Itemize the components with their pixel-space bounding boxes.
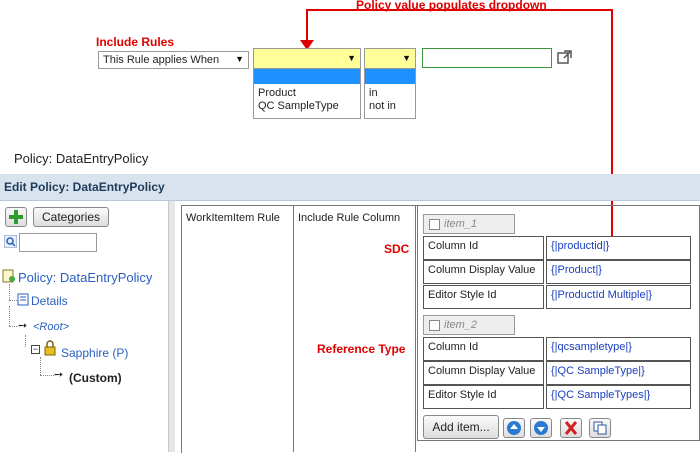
- grid-col-rule: WorkItemItem Rule: [186, 212, 280, 224]
- operator-dropdown[interactable]: ▼: [364, 48, 416, 69]
- item-checkbox[interactable]: [429, 219, 440, 230]
- node-icon: ➙: [18, 320, 28, 332]
- chevron-down-icon: ▼: [402, 53, 411, 63]
- add-button[interactable]: [5, 207, 27, 227]
- edit-policy-header: Edit Policy: DataEntryPolicy: [0, 174, 700, 201]
- dropdown-option-blank[interactable]: [254, 69, 360, 84]
- row-name: Column Display Value: [423, 260, 544, 284]
- tree-item-policy[interactable]: Policy: DataEntryPolicy: [18, 270, 152, 285]
- tree-item-details[interactable]: Details: [31, 294, 68, 308]
- item-checkbox[interactable]: [429, 320, 440, 331]
- item-1-header[interactable]: item_1: [423, 214, 515, 234]
- item-2-header[interactable]: item_2: [423, 315, 515, 335]
- external-link-icon[interactable]: [557, 49, 573, 65]
- edit-policy-title: Edit Policy: DataEntryPolicy: [4, 180, 165, 194]
- applies-when-select[interactable]: This Rule applies When ▼: [98, 51, 249, 69]
- row-value[interactable]: {|ProductId Multiple|}: [546, 285, 691, 309]
- categories-button[interactable]: Categories: [33, 207, 109, 227]
- node-icon: ➙: [54, 369, 64, 381]
- details-icon: [17, 293, 29, 306]
- row-name: Column Display Value: [423, 361, 544, 385]
- value-dropdown-list: Product QC SampleType: [253, 68, 361, 119]
- grid-col-include: Include Rule Column: [298, 212, 401, 224]
- row-name: Column Id: [423, 236, 544, 260]
- tree-item-root[interactable]: <Root>: [33, 321, 69, 333]
- dropdown-option[interactable]: QC SampleType: [254, 99, 360, 113]
- delete-button[interactable]: [560, 418, 582, 438]
- tree-item-custom[interactable]: (Custom): [69, 371, 122, 385]
- dropdown-option-blank[interactable]: [365, 69, 415, 84]
- collapse-toggle[interactable]: −: [31, 345, 40, 354]
- chevron-down-icon: ▼: [235, 54, 244, 64]
- item-2-label: item_2: [444, 319, 478, 331]
- search-input[interactable]: [19, 233, 97, 252]
- lock-icon: [44, 340, 56, 356]
- pane-splitter[interactable]: [169, 201, 175, 452]
- policy-icon: [2, 269, 15, 283]
- callout-sdc: SDC: [384, 242, 410, 256]
- copy-button[interactable]: [589, 418, 611, 438]
- dropdown-option[interactable]: in: [365, 84, 415, 99]
- move-down-button[interactable]: [530, 418, 552, 438]
- arrow-up-icon: [507, 421, 521, 435]
- callout-include-rules: Include Rules: [96, 35, 175, 49]
- item-1-label: item_1: [444, 218, 478, 230]
- arrow-down-icon: [534, 421, 548, 435]
- callout-reference-type: Reference Type: [317, 342, 406, 356]
- search-icon[interactable]: [4, 235, 17, 248]
- row-value[interactable]: {|productid|}: [546, 236, 691, 260]
- applies-when-label: This Rule applies When: [103, 54, 220, 66]
- copy-icon: [593, 421, 607, 435]
- dropdown-option[interactable]: Product: [254, 84, 360, 99]
- tree-item-sapphire[interactable]: Sapphire (P): [61, 346, 128, 360]
- row-value[interactable]: {|qcsampletype|}: [546, 337, 691, 361]
- row-value[interactable]: {|QC SampleType|}: [546, 361, 691, 385]
- row-name: Column Id: [423, 337, 544, 361]
- row-value[interactable]: {|Product|}: [546, 260, 691, 284]
- plus-icon: [9, 210, 23, 224]
- add-item-button[interactable]: Add item...: [423, 415, 499, 439]
- row-value[interactable]: {|QC SampleTypes|}: [546, 385, 691, 409]
- row-name: Editor Style Id: [423, 385, 544, 409]
- chevron-down-icon: ▼: [347, 53, 356, 63]
- dropdown-option[interactable]: not in: [365, 99, 415, 113]
- operator-dropdown-list: in not in: [364, 68, 416, 119]
- row-name: Editor Style Id: [423, 285, 544, 309]
- delete-x-icon: [564, 421, 578, 435]
- value-input[interactable]: [422, 48, 552, 68]
- move-up-button[interactable]: [503, 418, 525, 438]
- policy-label: Policy: DataEntryPolicy: [14, 151, 149, 166]
- value-dropdown[interactable]: ▼: [253, 48, 361, 69]
